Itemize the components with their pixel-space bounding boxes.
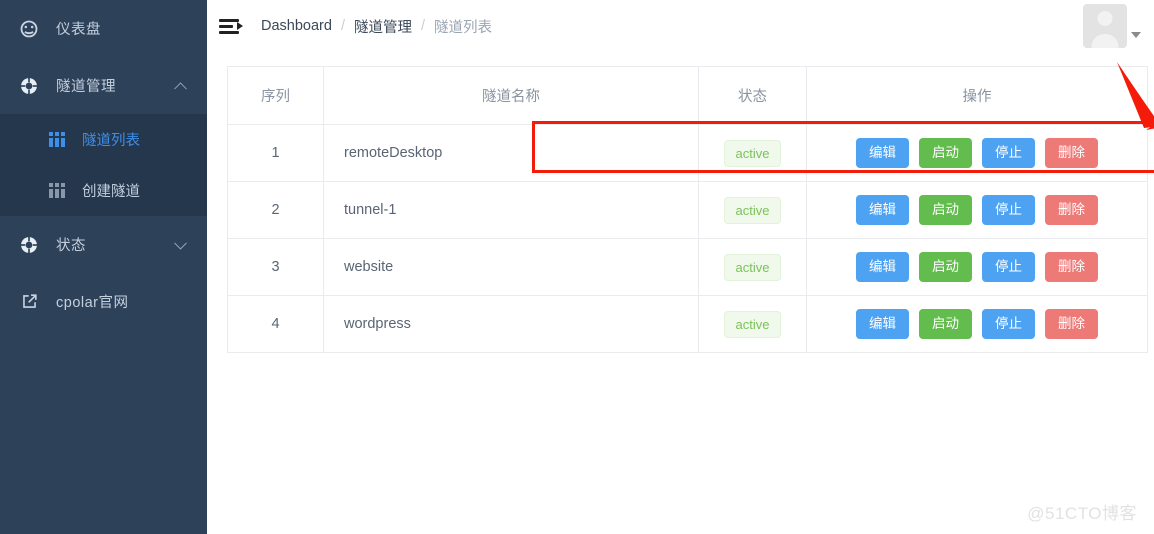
cell-actions: 编辑 启动 停止 删除 — [806, 181, 1148, 239]
table-head: 序列 隧道名称 状态 操作 — [227, 66, 1148, 125]
cell-actions: 编辑 启动 停止 删除 — [806, 124, 1148, 182]
table-row[interactable]: 1 remoteDesktop active 编辑 启动 停止 删除 — [227, 124, 1148, 182]
breadcrumb: Dashboard / 隧道管理 / 隧道列表 — [261, 16, 492, 37]
delete-button[interactable]: 删除 — [1045, 308, 1098, 340]
sidebar-item-label: 状态 — [56, 238, 86, 254]
lifebuoy-icon — [18, 75, 40, 97]
cell-sequence: 2 — [227, 181, 324, 239]
sidebar-subitem-label: 创建隧道 — [82, 184, 140, 200]
column-header-sequence: 序列 — [227, 66, 324, 125]
chevron-up-icon[interactable] — [174, 81, 187, 95]
sidebar-item-label: cpolar官网 — [56, 295, 129, 311]
cell-tunnel-name: tunnel-1 — [323, 181, 699, 239]
sidebar-item-status[interactable]: 状态 — [0, 216, 207, 273]
column-header-actions: 操作 — [806, 66, 1148, 125]
sidebar-item-tunnel-list[interactable]: 隧道列表 — [0, 114, 207, 165]
sidebar-item-tunnel-management[interactable]: 隧道管理 — [0, 57, 207, 114]
cell-actions: 编辑 启动 停止 删除 — [806, 295, 1148, 353]
delete-button[interactable]: 删除 — [1045, 137, 1098, 169]
breadcrumb-separator: / — [340, 18, 345, 34]
start-button[interactable]: 启动 — [919, 308, 972, 340]
status-badge: active — [723, 310, 782, 338]
table-header-row: 序列 隧道名称 状态 操作 — [227, 66, 1148, 125]
grid-table-icon — [48, 131, 66, 149]
action-button-group: 编辑 启动 停止 删除 — [807, 137, 1147, 169]
sidebar-submenu-tunnel: 隧道列表 创建隧道 — [0, 114, 207, 216]
user-menu[interactable] — [1083, 4, 1141, 48]
table-row[interactable]: 2 tunnel-1 active 编辑 启动 停止 删除 — [227, 181, 1148, 239]
sidebar-item-dashboard[interactable]: 仪表盘 — [0, 0, 207, 57]
watermark: @51CTO博客 — [1027, 504, 1137, 523]
sidebar-subitem-label: 隧道列表 — [82, 133, 140, 149]
start-button[interactable]: 启动 — [919, 251, 972, 283]
column-header-status: 状态 — [698, 66, 807, 125]
cell-tunnel-name: remoteDesktop — [323, 124, 699, 182]
column-header-tunnel-name: 隧道名称 — [323, 66, 699, 125]
delete-button[interactable]: 删除 — [1045, 251, 1098, 283]
main-content: Dashboard / 隧道管理 / 隧道列表 序列 隧道名称 状态 操作 1 … — [207, 0, 1154, 534]
edit-button[interactable]: 编辑 — [856, 194, 909, 226]
sidebar-item-cpolar-website[interactable]: cpolar官网 — [0, 273, 207, 330]
table-row[interactable]: 4 wordpress active 编辑 启动 停止 删除 — [227, 295, 1148, 353]
breadcrumb-item-tunnel-list: 隧道列表 — [434, 19, 492, 36]
dashboard-gauge-icon — [18, 18, 40, 40]
status-badge: active — [723, 196, 782, 224]
cell-sequence: 4 — [227, 295, 324, 353]
avatar-head-shape — [1097, 11, 1113, 26]
start-button[interactable]: 启动 — [919, 194, 972, 226]
start-button[interactable]: 启动 — [919, 137, 972, 169]
sidebar: 仪表盘 隧道管理 隧道列表 创建隧道 状态 cpolar官网 — [0, 0, 207, 534]
topbar: Dashboard / 隧道管理 / 隧道列表 — [207, 0, 1154, 52]
status-badge: active — [723, 253, 782, 281]
cell-status: active — [698, 295, 807, 353]
stop-button[interactable]: 停止 — [982, 251, 1035, 283]
cell-sequence: 1 — [227, 124, 324, 182]
cell-status: active — [698, 124, 807, 182]
stop-button[interactable]: 停止 — [982, 194, 1035, 226]
table-row[interactable]: 3 website active 编辑 启动 停止 删除 — [227, 238, 1148, 296]
stop-button[interactable]: 停止 — [982, 308, 1035, 340]
app-root: 仪表盘 隧道管理 隧道列表 创建隧道 状态 cpolar官网 Dashboard… — [0, 0, 1154, 534]
edit-button[interactable]: 编辑 — [856, 251, 909, 283]
status-badge: active — [723, 139, 782, 167]
breadcrumb-item-dashboard[interactable]: Dashboard — [261, 18, 332, 34]
hamburger-collapse-icon[interactable] — [219, 13, 245, 39]
collapse-arrow-icon — [237, 22, 243, 30]
chevron-down-icon[interactable] — [174, 236, 187, 250]
cell-sequence: 3 — [227, 238, 324, 296]
action-button-group: 编辑 启动 停止 删除 — [807, 308, 1147, 340]
action-button-group: 编辑 启动 停止 删除 — [807, 194, 1147, 226]
avatar[interactable] — [1083, 4, 1127, 48]
tunnel-table-container: 序列 隧道名称 状态 操作 1 remoteDesktop active 编辑 … — [227, 66, 1148, 353]
external-link-icon — [18, 291, 40, 313]
cell-tunnel-name: website — [323, 238, 699, 296]
edit-button[interactable]: 编辑 — [856, 308, 909, 340]
sidebar-item-create-tunnel[interactable]: 创建隧道 — [0, 165, 207, 216]
tunnel-table: 序列 隧道名称 状态 操作 1 remoteDesktop active 编辑 … — [227, 66, 1148, 353]
sidebar-item-label: 仪表盘 — [56, 22, 101, 38]
delete-button[interactable]: 删除 — [1045, 194, 1098, 226]
edit-button[interactable]: 编辑 — [856, 137, 909, 169]
caret-down-icon[interactable] — [1131, 32, 1141, 38]
breadcrumb-item-tunnel-management[interactable]: 隧道管理 — [354, 16, 412, 37]
stop-button[interactable]: 停止 — [982, 137, 1035, 169]
cell-tunnel-name: wordpress — [323, 295, 699, 353]
avatar-body-shape — [1091, 34, 1119, 48]
cell-status: active — [698, 181, 807, 239]
lifebuoy-icon — [18, 234, 40, 256]
table-body: 1 remoteDesktop active 编辑 启动 停止 删除 2 tun… — [227, 124, 1148, 353]
action-button-group: 编辑 启动 停止 删除 — [807, 251, 1147, 283]
cell-actions: 编辑 启动 停止 删除 — [806, 238, 1148, 296]
cell-status: active — [698, 238, 807, 296]
breadcrumb-separator: / — [420, 18, 425, 34]
grid-table-icon — [48, 182, 66, 200]
sidebar-item-label: 隧道管理 — [56, 79, 116, 95]
